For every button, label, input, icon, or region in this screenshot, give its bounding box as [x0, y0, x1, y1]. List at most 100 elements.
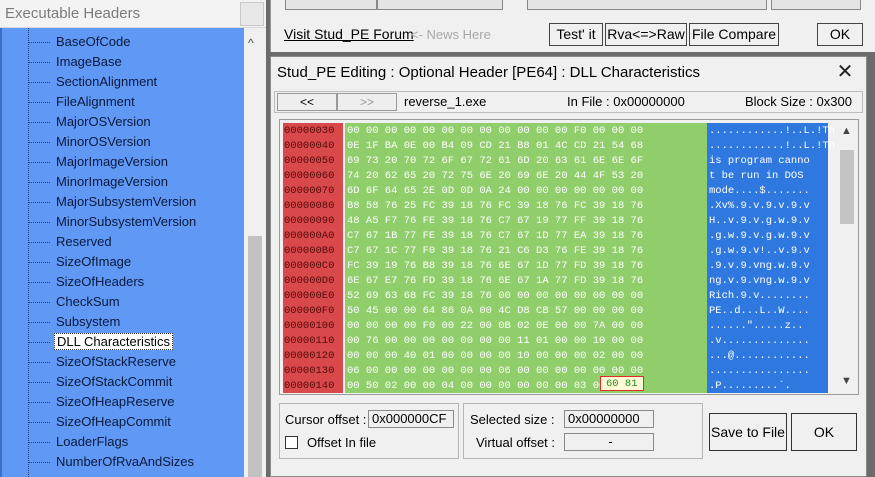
- hex-row-bytes[interactable]: C7 67 1B 77 FE 39 18 76 C7 67 1D 77 EA 3…: [347, 229, 643, 244]
- hex-row-ascii[interactable]: .g.w.9.v!..v.9.v: [709, 244, 810, 259]
- chevron-down-icon[interactable]: ▼: [841, 375, 852, 387]
- header-scroll-button[interactable]: [240, 2, 264, 26]
- hex-row-bytes[interactable]: 00 00 00 40 01 00 00 00 00 10 00 00 00 0…: [347, 349, 643, 364]
- tree-item[interactable]: Subsystem: [28, 312, 122, 332]
- block-size: Block Size : 0x300: [745, 94, 852, 109]
- offset-in-file-label[interactable]: Offset In file: [307, 435, 376, 450]
- tree-item[interactable]: SizeOfStackReserve: [28, 352, 178, 372]
- tree-item[interactable]: MajorImageVersion: [28, 152, 170, 172]
- tree-item[interactable]: ImageBase: [28, 52, 124, 72]
- file-compare-button[interactable]: File Compare: [689, 23, 779, 46]
- hex-row-ascii[interactable]: H..v.9.v.g.w.9.v: [709, 214, 810, 229]
- hex-row-ascii[interactable]: .Xv%.9.v.9.v.9.v: [709, 199, 810, 214]
- tree-item[interactable]: FileAlignment: [28, 92, 137, 112]
- tree-panel: Executable Headers BaseOfCode ImageBase Se…: [0, 0, 266, 477]
- tree-item[interactable]: DLL Characteristics: [28, 332, 173, 352]
- prev-block-button[interactable]: <<: [277, 93, 337, 111]
- hex-row-bytes[interactable]: 52 69 63 68 FC 39 18 76 00 00 00 00 00 0…: [347, 289, 643, 304]
- top-cell[interactable]: [285, 0, 377, 10]
- hex-row-ascii[interactable]: .P.........`.: [709, 379, 791, 394]
- scroll-up-icon[interactable]: ^: [248, 36, 254, 50]
- next-block-button[interactable]: >>: [337, 93, 397, 111]
- hex-row-bytes[interactable]: 00 00 00 00 00 00 00 00 00 00 00 00 F0 0…: [347, 124, 643, 139]
- tree-item[interactable]: SizeOfStackCommit: [28, 372, 174, 392]
- close-icon[interactable]: ✕: [833, 61, 857, 85]
- tree-item[interactable]: MinorOSVersion: [28, 132, 153, 152]
- hex-row-offset: 00000060: [284, 170, 335, 182]
- scroll-thumb[interactable]: [840, 150, 854, 224]
- selected-size-field[interactable]: 0x00000000: [564, 410, 654, 428]
- hex-row-bytes[interactable]: 00 50 02 00 00 04 00 00 00 00 00 00 03 0…: [347, 379, 605, 394]
- virtual-offset-field[interactable]: -: [564, 433, 654, 451]
- hex-view[interactable]: 00000030 00 00 00 00 00 00 00 00 00 00 00…: [279, 119, 859, 395]
- rva-raw-button[interactable]: Rva<=>Raw: [605, 23, 687, 46]
- tree-item-label: DLL Characteristics: [54, 333, 173, 350]
- tree-item[interactable]: SizeOfImage: [28, 252, 133, 272]
- top-cell[interactable]: [527, 0, 767, 10]
- dialog-ok-button[interactable]: OK: [791, 413, 857, 451]
- tree-item[interactable]: BaseOfCode: [28, 32, 132, 52]
- hex-row-bytes[interactable]: 74 20 62 65 20 72 75 6E 20 69 6E 20 44 4…: [347, 169, 643, 184]
- hex-row-ascii[interactable]: t be run in DOS: [709, 169, 810, 184]
- hex-row-bytes[interactable]: 69 73 20 70 72 6F 67 72 61 6D 20 63 61 6…: [347, 154, 643, 169]
- selected-bytes[interactable]: 60 81: [600, 376, 644, 391]
- tree-item-label: SizeOfImage: [56, 254, 132, 269]
- hex-row-ascii[interactable]: ................: [709, 364, 810, 379]
- hex-row-ascii[interactable]: mode....$.......: [709, 184, 810, 199]
- hex-row-offset: 00000070: [284, 185, 335, 197]
- save-to-file-button[interactable]: Save to File: [709, 413, 787, 451]
- hex-row-ascii[interactable]: .v..............: [709, 334, 810, 349]
- tree-item[interactable]: MajorOSVersion: [28, 112, 153, 132]
- hex-row-ascii[interactable]: .9.v.9.vng.w.9.v: [709, 259, 810, 274]
- main-ok-button[interactable]: OK: [817, 23, 863, 46]
- hex-row-bytes[interactable]: 06 00 00 00 00 00 00 00 06 00 00 00 00 0…: [347, 364, 643, 379]
- tree-item[interactable]: CheckSum: [28, 292, 122, 312]
- tree-item[interactable]: SizeOfHeapReserve: [28, 392, 177, 412]
- tree-item[interactable]: SectionAlignment: [28, 72, 159, 92]
- hex-scrollbar[interactable]: ▲ ▼: [836, 123, 858, 393]
- top-cell[interactable]: [377, 0, 503, 10]
- hex-row-bytes[interactable]: 6D 6F 64 65 2E 0D 0D 0A 24 00 00 00 00 0…: [347, 184, 643, 199]
- hex-row-ascii[interactable]: Rich.9.v........: [709, 289, 810, 304]
- test-it-button[interactable]: Test' it: [549, 23, 603, 46]
- hex-row-bytes[interactable]: 50 45 00 00 64 86 0A 00 4C D8 CB 57 00 0…: [347, 304, 643, 319]
- scroll-thumb[interactable]: [248, 236, 262, 477]
- tree-item[interactable]: MajorSubsystemVersion: [28, 192, 198, 212]
- tree-item[interactable]: MinorSubsystemVersion: [28, 212, 198, 232]
- hex-row-ascii[interactable]: ............!..L.!Th: [709, 124, 835, 139]
- hex-row-ascii[interactable]: ......".....z..: [709, 319, 804, 334]
- tree-item[interactable]: Reserved: [28, 232, 114, 252]
- tree-item-label: MinorOSVersion: [56, 134, 151, 149]
- hex-row-ascii[interactable]: .g.w.9.v.g.w.9.v: [709, 229, 810, 244]
- hex-row-ascii[interactable]: ...@............: [709, 349, 810, 364]
- tree-scrollbar[interactable]: ^: [244, 28, 266, 477]
- hex-row-bytes[interactable]: 6E 67 E7 76 FD 39 18 76 6E 67 1A 77 FD 3…: [347, 274, 643, 289]
- hex-row-bytes[interactable]: 00 00 00 00 F0 00 22 00 0B 02 0E 00 00 7…: [347, 319, 643, 334]
- hex-row-bytes[interactable]: 48 A5 F7 76 FE 39 18 76 C7 67 19 77 FF 3…: [347, 214, 643, 229]
- forum-link[interactable]: Visit Stud_PE Forum: [284, 26, 414, 42]
- tree-item[interactable]: NumberOfRvaAndSizes: [28, 452, 196, 472]
- header-tree[interactable]: BaseOfCode ImageBase SectionAlignment FileA…: [0, 28, 244, 477]
- hex-row-bytes[interactable]: FC 39 19 76 B8 39 18 76 6E 67 1D 77 FD 3…: [347, 259, 643, 274]
- tree-item[interactable]: SizeOfHeapCommit: [28, 412, 173, 432]
- tree-item[interactable]: SizeOfHeaders: [28, 272, 146, 292]
- cursor-offset-field[interactable]: 0x000000CF: [368, 410, 454, 428]
- tree-item[interactable]: MinorImageVersion: [28, 172, 170, 192]
- hex-row-bytes[interactable]: 00 76 00 00 00 00 00 00 00 11 01 00 00 1…: [347, 334, 643, 349]
- dll-characteristics-dialog: Stud_PE Editing : Optional Header [PE64]…: [270, 56, 867, 477]
- offset-in-file-checkbox[interactable]: [285, 436, 298, 449]
- tree-item[interactable]: LoaderFlags: [28, 432, 130, 452]
- hex-row-offset: 000000F0: [284, 305, 335, 317]
- chevron-up-icon[interactable]: ▲: [841, 125, 852, 137]
- top-cell[interactable]: [771, 0, 861, 10]
- hex-row-ascii[interactable]: ............!..L.!Th: [709, 139, 835, 154]
- hex-row-bytes[interactable]: B8 58 76 25 FC 39 18 76 FC 39 18 76 FC 3…: [347, 199, 643, 214]
- dialog-title: Stud_PE Editing : Optional Header [PE64]…: [277, 64, 700, 81]
- hex-row-ascii[interactable]: PE..d...L..W....: [709, 304, 810, 319]
- hex-row-bytes[interactable]: 0E 1F BA 0E 00 B4 09 CD 21 B8 01 4C CD 2…: [347, 139, 643, 154]
- hex-row-ascii[interactable]: is program canno: [709, 154, 810, 169]
- in-file-offset: In File : 0x00000000: [567, 94, 685, 109]
- hex-row-offset: 00000130: [284, 365, 335, 377]
- hex-row-bytes[interactable]: C7 67 1C 77 F0 39 18 76 21 C6 D3 76 FE 3…: [347, 244, 643, 259]
- hex-row-ascii[interactable]: ng.v.9.vng.w.9.v: [709, 274, 810, 289]
